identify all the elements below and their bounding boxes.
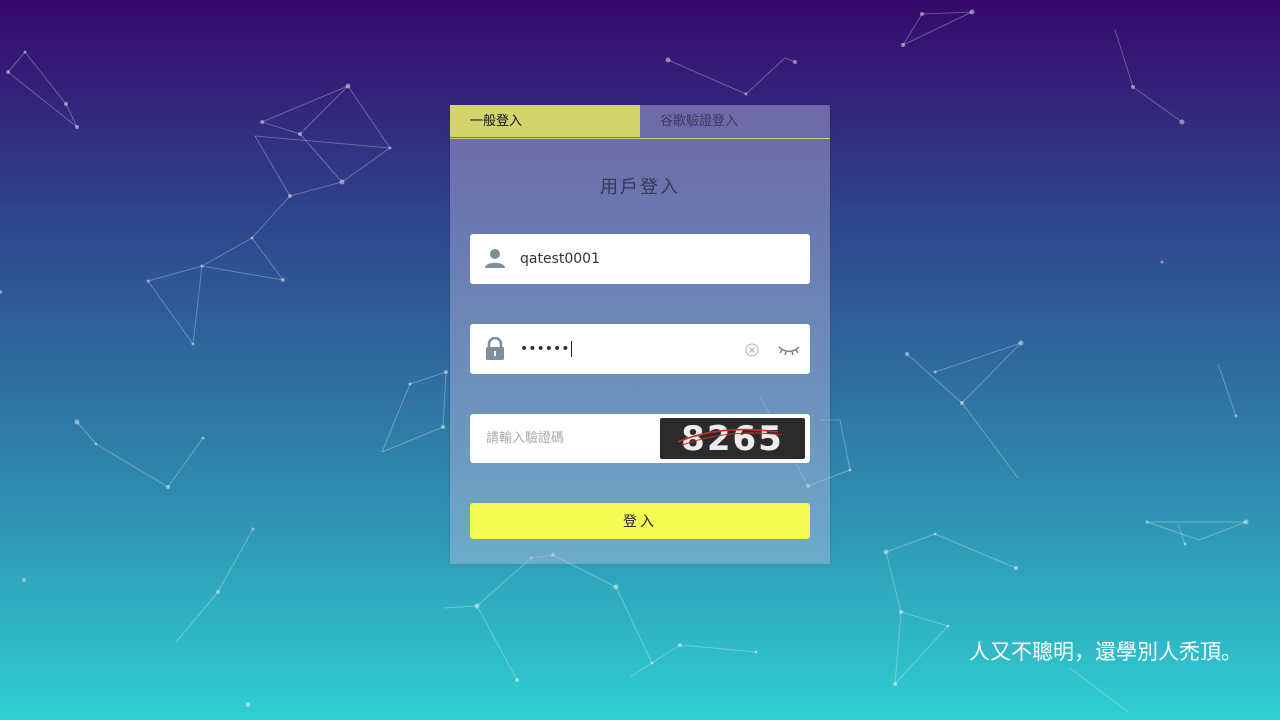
password-input[interactable]: •••••• (520, 341, 570, 357)
slogan-text: 人又不聰明，還學別人禿頂。 (969, 640, 1242, 664)
eye-closed-icon[interactable] (778, 342, 800, 356)
tab-google-auth-login[interactable]: 谷歌驗證登入 (640, 105, 830, 137)
login-button[interactable]: 登入 (470, 503, 810, 539)
login-tabs: 一般登入 谷歌驗證登入 (450, 105, 830, 139)
tab-normal-login[interactable]: 一般登入 (450, 105, 640, 137)
user-icon (484, 247, 506, 271)
login-title: 用戶登入 (600, 177, 680, 198)
clear-icon[interactable] (745, 342, 759, 357)
login-card: 一般登入 谷歌驗證登入 用戶登入 qatest0001 •••••• 請輸入驗證… (450, 105, 830, 564)
password-field[interactable]: •••••• (470, 324, 810, 374)
username-input[interactable]: qatest0001 (520, 234, 600, 284)
username-field[interactable]: qatest0001 (470, 234, 810, 284)
captcha-noise-line (677, 428, 783, 446)
captcha-input[interactable]: 請輸入驗證碼 (486, 414, 564, 463)
captcha-field[interactable]: 請輸入驗證碼 8265 (470, 414, 810, 463)
text-caret (570, 341, 572, 357)
lock-icon (484, 336, 506, 361)
captcha-image[interactable]: 8265 (660, 418, 805, 459)
